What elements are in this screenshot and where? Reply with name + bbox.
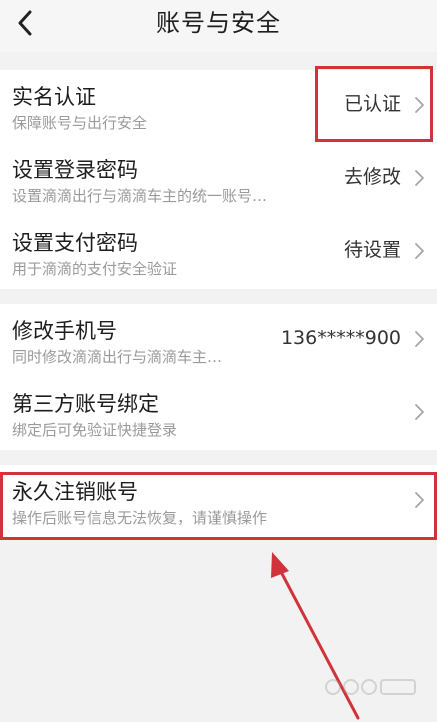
chevron-right-icon	[415, 331, 424, 347]
row-set-payment-password[interactable]: 设置支付密码 用于滴滴的支付安全验证 待设置	[0, 216, 437, 289]
row-third-party-binding[interactable]: 第三方账号绑定 绑定后可免验证快捷登录	[0, 377, 437, 450]
row-title: 修改手机号	[12, 319, 117, 343]
page-title: 账号与安全	[156, 9, 281, 37]
row-value: 已认证	[343, 93, 401, 115]
chevron-right-icon	[415, 492, 424, 508]
chevron-right-icon	[415, 170, 424, 186]
row-real-name-verification[interactable]: 实名认证 保障账号与出行安全 已认证	[0, 70, 437, 143]
chevron-right-icon	[415, 243, 424, 259]
row-value: 136*****900	[280, 327, 401, 349]
top-nav-bar: 账号与安全	[0, 0, 437, 52]
row-subtitle: 保障账号与出行安全	[12, 114, 148, 132]
settings-group-account: 修改手机号 同时修改滴滴出行与滴滴车主… 136*****900 第三方账号绑定…	[0, 304, 437, 450]
row-subtitle: 绑定后可免验证快捷登录	[12, 421, 178, 439]
settings-group-danger: 永久注销账号 操作后账号信息无法恢复，请谨慎操作	[0, 465, 437, 538]
row-cancel-account[interactable]: 永久注销账号 操作后账号信息无法恢复，请谨慎操作	[0, 465, 437, 538]
row-title: 实名认证	[12, 85, 96, 109]
row-value: 去修改	[343, 166, 401, 188]
row-subtitle: 操作后账号信息无法恢复，请谨慎操作	[12, 509, 268, 527]
row-title: 永久注销账号	[12, 480, 138, 504]
row-subtitle: 同时修改滴滴出行与滴滴车主…	[12, 348, 223, 366]
chevron-right-icon	[415, 404, 424, 420]
settings-group-security: 实名认证 保障账号与出行安全 已认证 设置登录密码 设置滴滴出行与滴滴车主的统一…	[0, 70, 437, 289]
chevron-right-icon	[415, 97, 424, 113]
watermark-logo	[325, 679, 416, 695]
row-title: 设置登录密码	[12, 158, 138, 182]
row-set-login-password[interactable]: 设置登录密码 设置滴滴出行与滴滴车主的统一账号… 去修改	[0, 143, 437, 216]
account-security-page: 账号与安全 实名认证 保障账号与出行安全 已认证 设置登录密码 设置滴滴出行与滴…	[0, 0, 437, 722]
row-title: 设置支付密码	[12, 231, 138, 255]
row-subtitle: 设置滴滴出行与滴滴车主的统一账号…	[12, 187, 268, 205]
row-subtitle: 用于滴滴的支付安全验证	[12, 260, 178, 278]
row-change-phone[interactable]: 修改手机号 同时修改滴滴出行与滴滴车主… 136*****900	[0, 304, 437, 377]
row-value: 待设置	[343, 239, 401, 261]
row-title: 第三方账号绑定	[12, 392, 159, 416]
